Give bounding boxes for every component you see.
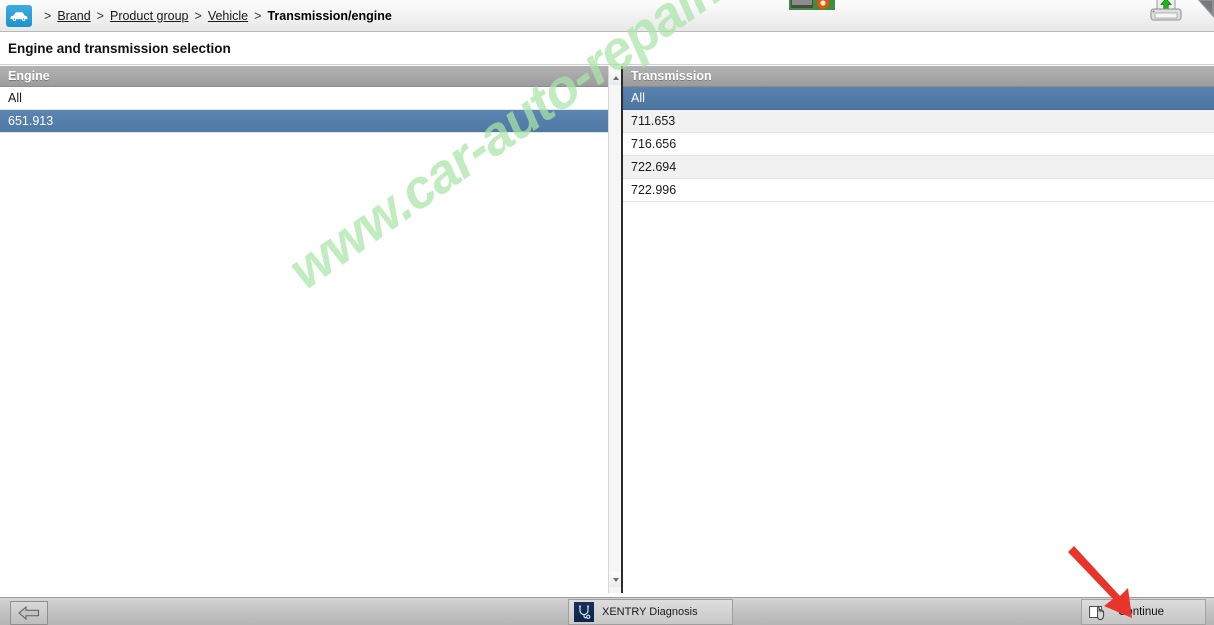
scroll-up-arrow-icon[interactable] bbox=[609, 70, 621, 85]
hand-click-icon bbox=[1089, 606, 1105, 621]
transmission-list-item-label: 716.656 bbox=[631, 137, 677, 151]
partial-arrow-icon[interactable] bbox=[1196, 0, 1214, 22]
upload-to-printer-icon[interactable] bbox=[1145, 0, 1187, 26]
engine-panel: Engine All 651.913 bbox=[0, 66, 623, 593]
transmission-list-item-label: 722.694 bbox=[631, 160, 677, 174]
breadcrumb-item-brand[interactable]: Brand bbox=[57, 9, 90, 23]
breadcrumb-separator-2: > bbox=[194, 8, 202, 23]
continue-button[interactable]: Continue bbox=[1081, 599, 1206, 625]
transmission-list-item-label: All bbox=[631, 91, 645, 105]
breadcrumb-item-product-group[interactable]: Product group bbox=[110, 9, 189, 23]
stethoscope-icon bbox=[574, 602, 594, 622]
back-button[interactable] bbox=[10, 601, 48, 625]
transmission-list-item-all[interactable]: All bbox=[623, 87, 1214, 110]
scroll-up-glyph bbox=[612, 75, 619, 80]
breadcrumb-separator-0: > bbox=[44, 8, 52, 23]
bottom-toolbar: XENTRY Diagnosis Continue bbox=[0, 597, 1214, 625]
scroll-down-glyph bbox=[612, 577, 619, 582]
transmission-list-item-722996[interactable]: 722.996 bbox=[623, 179, 1214, 202]
engine-list-item-651913[interactable]: 651.913 bbox=[0, 110, 608, 133]
engine-list-item-label: 651.913 bbox=[8, 114, 54, 128]
scrollbar-track[interactable] bbox=[609, 85, 621, 572]
engine-panel-header-label: Engine bbox=[8, 69, 50, 83]
transmission-list-item-716656[interactable]: 716.656 bbox=[623, 133, 1214, 156]
folder-photo-icon[interactable] bbox=[787, 0, 839, 14]
engine-list-item-label: All bbox=[8, 91, 22, 105]
transmission-list-item-label: 711.653 bbox=[631, 114, 676, 128]
transmission-list-item-label: 722.996 bbox=[631, 183, 677, 197]
breadcrumb: > Brand > Product group > Vehicle > Tran… bbox=[38, 0, 392, 31]
engine-list[interactable]: All 651.913 bbox=[0, 87, 608, 592]
breadcrumb-separator-3: > bbox=[254, 8, 262, 23]
transmission-panel: Transmission All 711.653 716.656 722.694… bbox=[623, 66, 1214, 593]
breadcrumb-separator-1: > bbox=[96, 8, 104, 23]
taskbar-item-label: XENTRY Diagnosis bbox=[602, 606, 698, 618]
page-title: Engine and transmission selection bbox=[8, 41, 231, 56]
transmission-list[interactable]: All 711.653 716.656 722.694 722.996 bbox=[623, 87, 1214, 592]
engine-list-item-all[interactable]: All bbox=[0, 87, 608, 110]
scroll-down-arrow-icon[interactable] bbox=[609, 572, 621, 587]
xentry-app-window: > Brand > Product group > Vehicle > Tran… bbox=[0, 0, 1214, 625]
continue-button-label: Continue bbox=[1118, 606, 1165, 618]
taskbar-item-xentry-diagnosis[interactable]: XENTRY Diagnosis bbox=[568, 599, 733, 625]
page-title-bar: Engine and transmission selection bbox=[0, 33, 1214, 65]
transmission-list-item-711653[interactable]: 711.653 bbox=[623, 110, 1214, 133]
selection-panels: Engine All 651.913 Transmission All 711.… bbox=[0, 66, 1214, 593]
back-arrow-icon bbox=[18, 606, 39, 620]
engine-list-scrollbar[interactable] bbox=[608, 66, 621, 593]
transmission-panel-header: Transmission bbox=[623, 66, 1214, 87]
transmission-list-item-722694[interactable]: 722.694 bbox=[623, 156, 1214, 179]
car-icon[interactable] bbox=[6, 4, 32, 27]
breadcrumb-bar: > Brand > Product group > Vehicle > Tran… bbox=[0, 0, 1214, 32]
breadcrumb-item-vehicle[interactable]: Vehicle bbox=[208, 9, 248, 23]
transmission-panel-header-label: Transmission bbox=[631, 69, 712, 83]
engine-panel-header: Engine bbox=[0, 66, 621, 87]
breadcrumb-item-transmission-engine: Transmission/engine bbox=[267, 8, 392, 23]
